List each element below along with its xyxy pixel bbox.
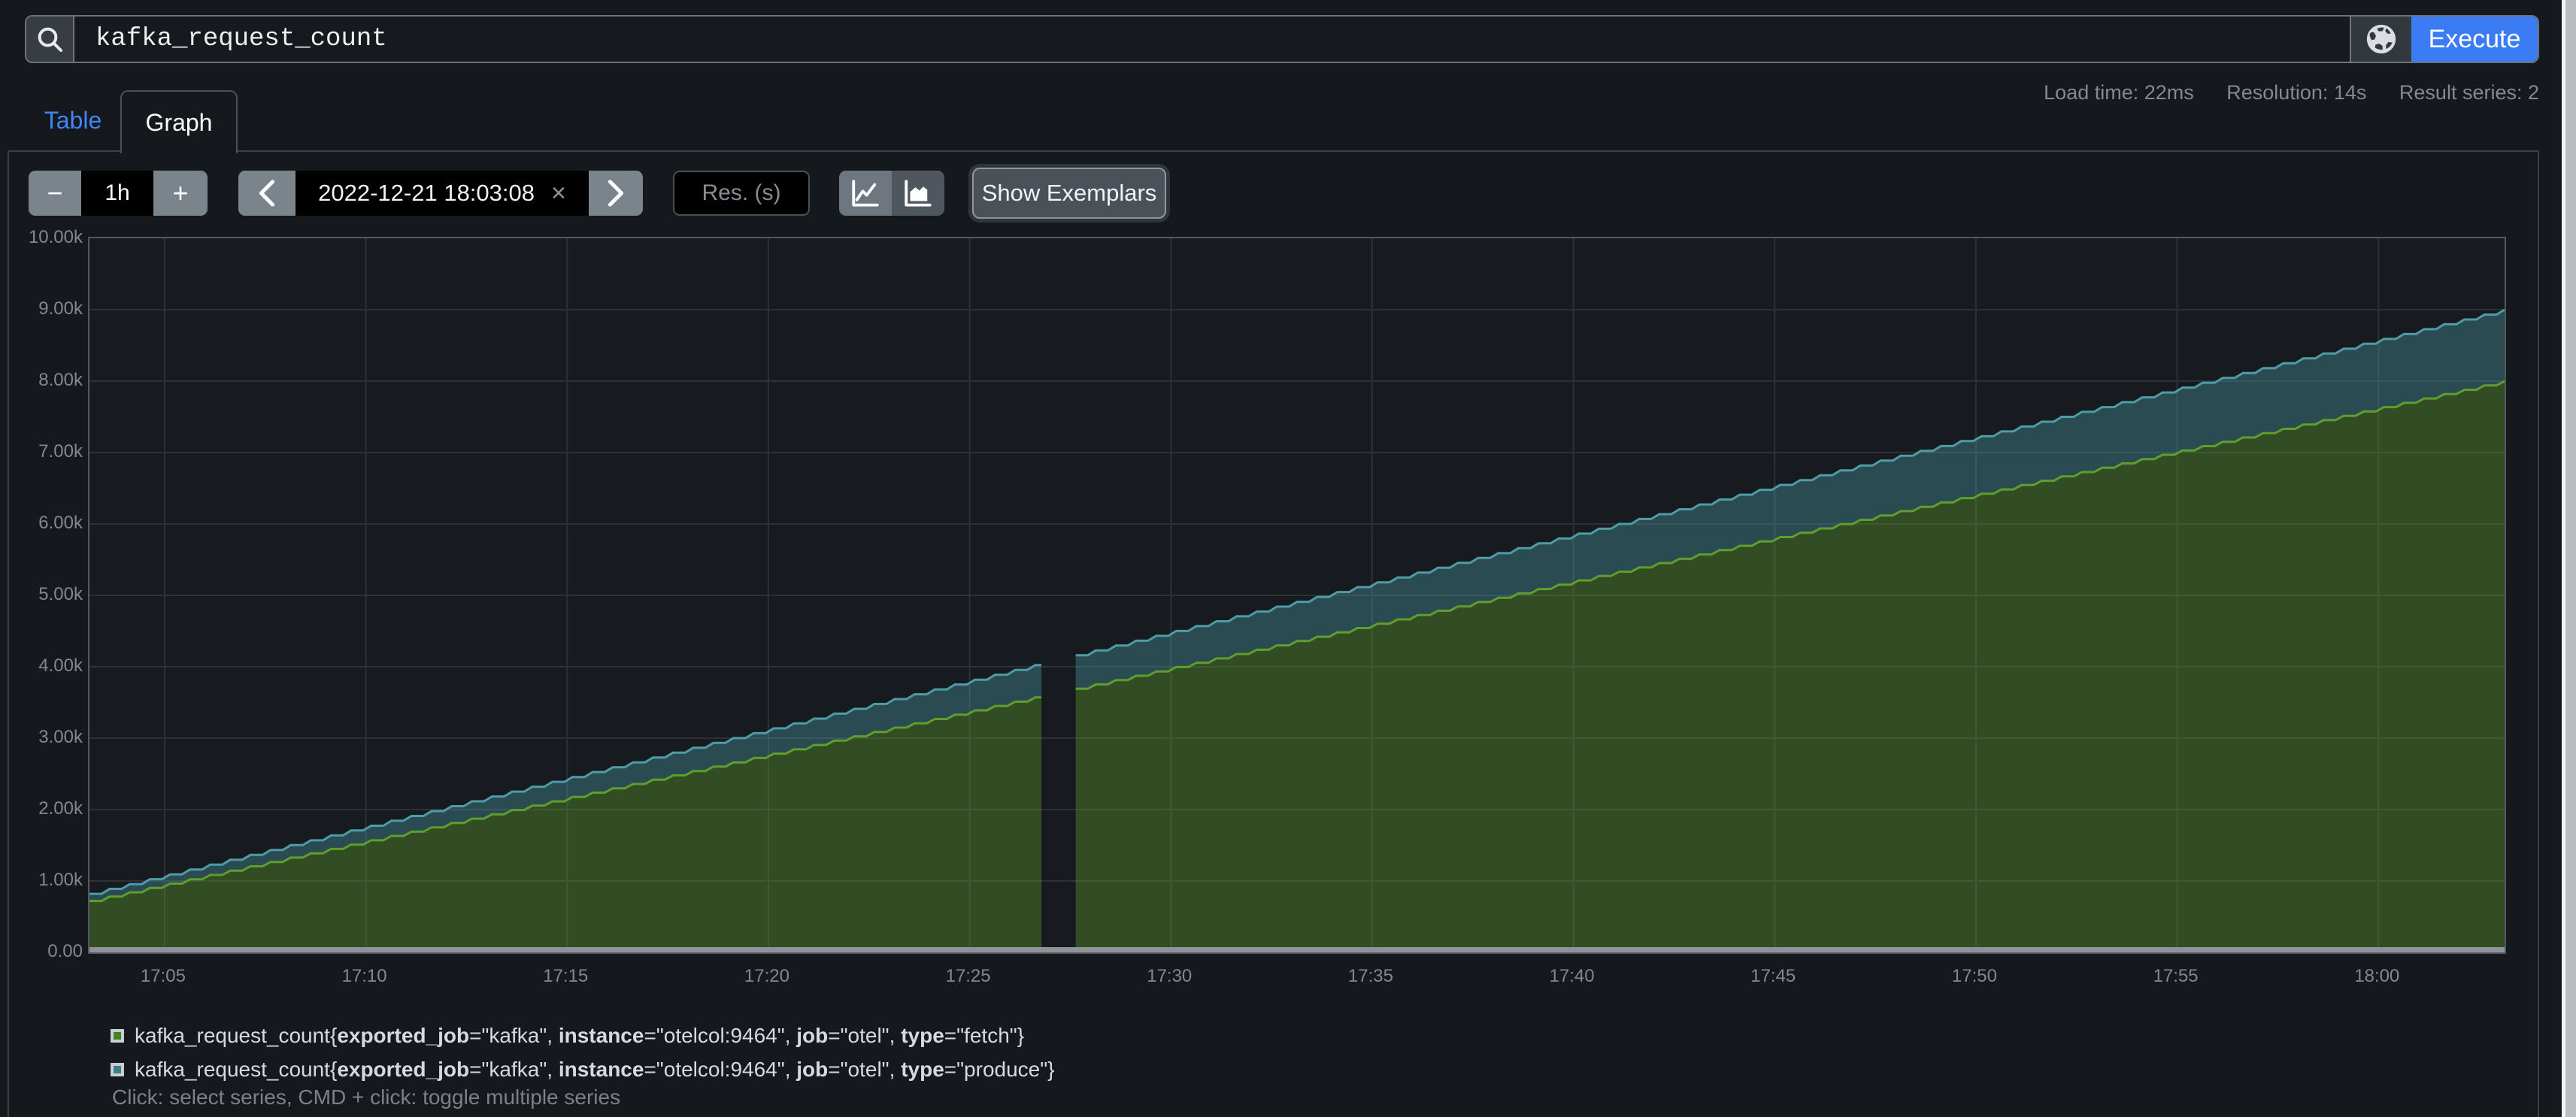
y-tick-label: 9.00k <box>11 298 83 319</box>
tab-table[interactable]: Table <box>25 90 121 150</box>
graph-canvas[interactable] <box>88 237 2506 954</box>
resolution: Resolution: 14s <box>2226 81 2366 104</box>
execute-button[interactable]: Execute <box>2411 17 2538 62</box>
globe-icon <box>2364 22 2399 56</box>
y-tick-label: 6.00k <box>11 513 83 534</box>
graph-panel: − + 2022-12-21 18:03:08 × <box>8 150 2539 1117</box>
y-tick-label: 0.00 <box>11 941 83 962</box>
load-time: Load time: 22ms <box>2044 81 2194 104</box>
legend-hint: Click: select series, CMD + click: toggl… <box>112 1085 620 1109</box>
x-tick-label: 17:45 <box>1728 966 1818 987</box>
y-tick-label: 3.00k <box>11 727 83 748</box>
query-input[interactable] <box>74 17 2350 62</box>
search-icon <box>35 24 65 54</box>
x-tick-label: 17:35 <box>1326 966 1416 987</box>
y-tick-label: 1.00k <box>11 870 83 891</box>
chart-area: 0.00 1.00k 2.00k 3.00k 4.00k 5.00k 6.00k 7.00k 8… <box>9 152 2538 1117</box>
x-tick-label: 17:50 <box>1929 966 2020 987</box>
legend-series-label: kafka_request_count{exported_job="kafka"… <box>135 1058 1055 1082</box>
legend-swatch <box>111 1029 124 1043</box>
legend-swatch <box>111 1063 124 1076</box>
y-tick-label: 4.00k <box>11 655 83 677</box>
x-tick-label: 17:20 <box>722 966 812 987</box>
x-tick-label: 17:30 <box>1124 966 1214 987</box>
y-tick-label: 2.00k <box>11 798 83 819</box>
legend-item[interactable]: kafka_request_count{exported_job="kafka"… <box>111 1058 1055 1082</box>
legend-item[interactable]: kafka_request_count{exported_job="kafka"… <box>111 1024 1055 1048</box>
scrollbar-track[interactable] <box>2562 0 2576 1117</box>
scrollbar-thumb[interactable] <box>2565 0 2576 1117</box>
query-bar: Execute <box>25 15 2539 63</box>
y-tick-label: 8.00k <box>11 370 83 391</box>
search-addon <box>26 17 74 62</box>
x-tick-label: 17:55 <box>2131 966 2221 987</box>
x-tick-label: 17:15 <box>520 966 611 987</box>
x-tick-label: 17:40 <box>1527 966 1617 987</box>
query-stats: Load time: 22ms Resolution: 14s Result s… <box>2017 81 2539 104</box>
y-tick-label: 7.00k <box>11 441 83 462</box>
timezone-button[interactable] <box>2350 17 2411 62</box>
x-tick-label: 17:05 <box>118 966 208 987</box>
y-tick-label: 10.00k <box>11 227 83 248</box>
legend: kafka_request_count{exported_job="kafka"… <box>111 1024 1055 1091</box>
x-tick-label: 17:25 <box>923 966 1014 987</box>
tab-graph[interactable]: Graph <box>120 90 238 153</box>
result-series: Result series: 2 <box>2399 81 2539 104</box>
y-tick-label: 5.00k <box>11 584 83 605</box>
legend-series-label: kafka_request_count{exported_job="kafka"… <box>135 1024 1024 1048</box>
x-tick-label: 18:00 <box>2332 966 2422 987</box>
x-tick-label: 17:10 <box>320 966 410 987</box>
